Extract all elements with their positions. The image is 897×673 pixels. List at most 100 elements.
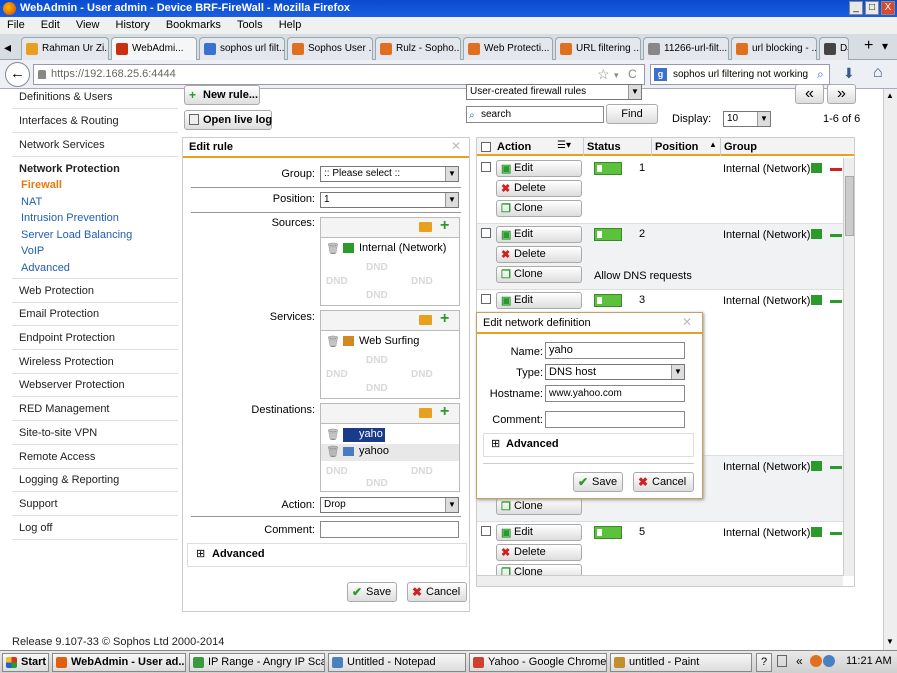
sidebar-subitem-0[interactable]: Firewall: [12, 177, 178, 193]
tray-network-icon[interactable]: [823, 655, 835, 667]
menu-bookmarks[interactable]: Bookmarks: [166, 19, 221, 31]
menu-history[interactable]: History: [116, 19, 150, 31]
plus-icon[interactable]: +: [440, 217, 449, 235]
group-select[interactable]: :: Please select :: ▼: [320, 166, 459, 182]
sidebar-item2-3[interactable]: Wireless Protection: [12, 350, 178, 374]
taskbar-task-0[interactable]: WebAdmin - User ad...: [52, 653, 186, 672]
tab-6[interactable]: URL filtering ...: [555, 37, 641, 60]
sidebar-subitem-2[interactable]: Intrusion Prevention: [12, 210, 178, 226]
dialog-cancel-button[interactable]: ✖ Cancel: [633, 472, 694, 492]
destination-item[interactable]: yahoo: [359, 445, 389, 457]
help-icon[interactable]: ?: [756, 653, 772, 672]
back-button[interactable]: ←: [5, 62, 30, 87]
row-checkbox[interactable]: [481, 228, 491, 238]
plus-icon[interactable]: +: [440, 403, 449, 421]
trash-icon[interactable]: 🗑: [326, 428, 340, 441]
page-scrollbar[interactable]: ▲ ▼: [883, 89, 897, 650]
header-group[interactable]: Group: [724, 141, 757, 153]
trash-icon[interactable]: 🗑: [326, 242, 340, 255]
horizontal-scrollbar[interactable]: [477, 575, 843, 586]
status-toggle[interactable]: [594, 294, 622, 307]
reload-icon[interactable]: C: [628, 65, 637, 84]
comment-field[interactable]: [320, 521, 459, 538]
scroll-thumb[interactable]: [845, 176, 854, 236]
scroll-down-icon[interactable]: ▼: [886, 637, 894, 646]
tab-9[interactable]: DJ: [819, 37, 849, 60]
sidebar-subitem-5[interactable]: Advanced: [12, 260, 178, 276]
edit-button[interactable]: ▣Edit: [496, 524, 582, 541]
download-icon[interactable]: ⬇: [843, 65, 855, 82]
action-select[interactable]: Drop ▼: [320, 497, 459, 513]
tab-7[interactable]: 11266-url-filt...: [643, 37, 729, 60]
tab-0[interactable]: Rahman Ur Zi...: [21, 37, 109, 60]
tab-5[interactable]: Web Protecti...: [463, 37, 553, 60]
display-count-select[interactable]: 10 ▼: [723, 111, 771, 127]
sidebar-item2-10[interactable]: Log off: [12, 516, 178, 540]
header-status[interactable]: Status: [587, 141, 621, 153]
menu-file[interactable]: File: [7, 19, 25, 31]
sidebar-item2-5[interactable]: RED Management: [12, 397, 178, 422]
close-icon[interactable]: ✕: [451, 139, 461, 153]
trash-icon[interactable]: 🗑: [326, 335, 340, 348]
sidebar-item2-9[interactable]: Support: [12, 492, 178, 516]
status-toggle[interactable]: [594, 162, 622, 175]
search-magnifier-icon[interactable]: ⌕: [817, 67, 824, 82]
taskbar-task-2[interactable]: Untitled - Notepad: [328, 653, 466, 672]
dialog-save-button[interactable]: ✔ Save: [573, 472, 623, 492]
hostname-field[interactable]: www.yahoo.com: [545, 385, 685, 402]
folder-icon[interactable]: [419, 222, 432, 232]
start-button[interactable]: Start: [2, 653, 49, 672]
edit-button[interactable]: ▣Edit: [496, 226, 582, 243]
find-button[interactable]: Find: [606, 104, 658, 124]
tab-4[interactable]: Rulz - Sopho...: [375, 37, 461, 60]
sidebar-item2-4[interactable]: Webserver Protection: [12, 373, 178, 398]
advanced-section[interactable]: ⊞ Advanced: [187, 543, 467, 567]
row-checkbox[interactable]: [481, 162, 491, 172]
save-button[interactable]: ✔ Save: [347, 582, 397, 602]
sidebar-subitem-3[interactable]: Server Load Balancing: [12, 227, 178, 243]
destination-item-selected[interactable]: yaho: [359, 428, 383, 440]
folder-icon[interactable]: [419, 408, 432, 418]
clone-button[interactable]: ❐Clone: [496, 498, 582, 515]
sidebar-item2-2[interactable]: Endpoint Protection: [12, 326, 178, 350]
sidebar-item-2[interactable]: Network Services: [12, 133, 178, 157]
list-tabs-button[interactable]: ▾: [882, 39, 888, 53]
plus-icon[interactable]: +: [440, 310, 449, 328]
open-live-log-button[interactable]: Open live log: [184, 110, 272, 130]
rules-scrollbar[interactable]: [843, 158, 854, 576]
tab-1[interactable]: WebAdmi...: [111, 37, 197, 60]
new-tab-button[interactable]: +: [864, 37, 873, 55]
rule-filter-select[interactable]: User-created firewall rules ▼: [466, 84, 642, 100]
menu-view[interactable]: View: [76, 19, 100, 31]
rule-search-input[interactable]: ⌕ search: [466, 106, 604, 123]
header-position[interactable]: Position: [655, 141, 698, 153]
maximize-button[interactable]: □: [865, 1, 879, 15]
menu-edit[interactable]: Edit: [41, 19, 60, 31]
destinations-box[interactable]: + 🗑 yaho 🗑 yahoo DND DND DND: [320, 403, 460, 492]
tab-8[interactable]: url blocking - ...: [731, 37, 817, 60]
menu-tools[interactable]: Tools: [237, 19, 263, 31]
cancel-button[interactable]: ✖ Cancel: [407, 582, 467, 602]
status-toggle[interactable]: [594, 228, 622, 241]
delete-button[interactable]: ✖Delete: [496, 180, 582, 197]
services-box[interactable]: + 🗑 Web Surfing DND DND DND DND: [320, 310, 460, 399]
taskbar-task-1[interactable]: IP Range - Angry IP Sca...: [189, 653, 325, 672]
next-page-button[interactable]: »: [827, 84, 856, 104]
sidebar-item2-1[interactable]: Email Protection: [12, 302, 178, 327]
minimize-button[interactable]: _: [849, 1, 863, 15]
tray-app-icon[interactable]: [810, 655, 822, 667]
sidebar-subitem-1[interactable]: NAT: [12, 194, 178, 210]
edit-button[interactable]: ▣Edit: [496, 160, 582, 177]
sources-box[interactable]: + 🗑 Internal (Network) DND DND DND DND: [320, 217, 460, 306]
tab-3[interactable]: Sophos User ...: [287, 37, 373, 60]
comment-field[interactable]: [545, 411, 685, 428]
edit-button[interactable]: ▣Edit: [496, 292, 582, 309]
taskbar-task-3[interactable]: Yahoo - Google Chrome: [469, 653, 607, 672]
search-input[interactable]: g sophos url filtering not working: [650, 64, 830, 85]
tab-scroll-left-icon[interactable]: ◂: [4, 39, 11, 56]
clone-button[interactable]: ❐Clone: [496, 266, 582, 283]
name-field[interactable]: yaho: [545, 342, 685, 359]
taskbar-task-4[interactable]: untitled - Paint: [610, 653, 752, 672]
tray-document-icon[interactable]: [777, 655, 787, 667]
clone-button[interactable]: ❐Clone: [496, 200, 582, 217]
